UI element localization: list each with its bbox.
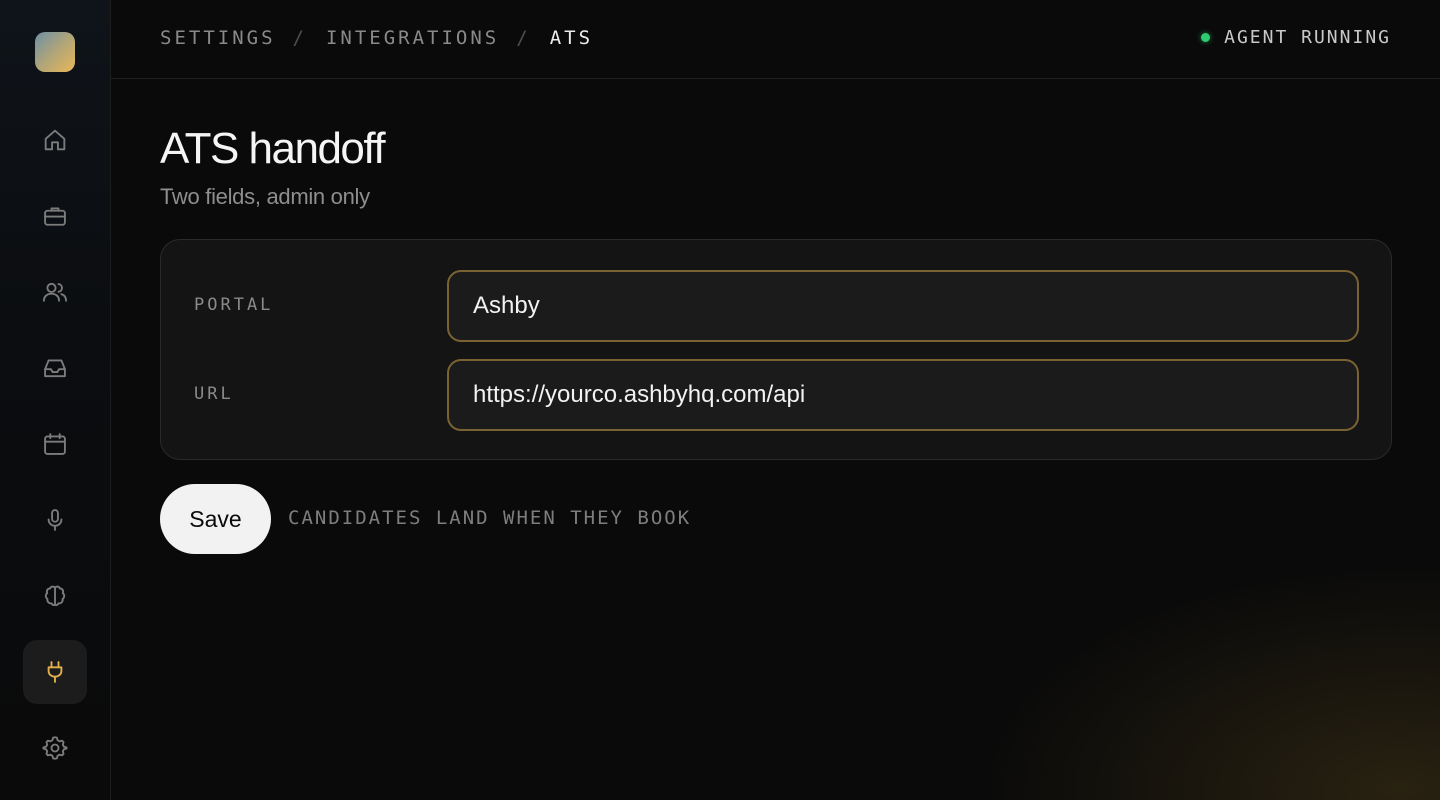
page-title: ATS handoff xyxy=(160,124,386,173)
home-icon xyxy=(44,129,66,151)
inbox-icon xyxy=(44,359,66,378)
page-subtitle: Two fields, admin only xyxy=(160,184,370,209)
breadcrumb-settings[interactable]: SETTINGS xyxy=(160,27,276,49)
top-bar: SETTINGS / INTEGRATIONS / ATS AGENT RUNN… xyxy=(111,0,1440,79)
url-input[interactable] xyxy=(447,359,1359,431)
sidebar-item-candidates[interactable] xyxy=(23,260,87,324)
breadcrumb: SETTINGS / INTEGRATIONS / ATS xyxy=(160,27,593,49)
status-label: AGENT RUNNING xyxy=(1224,27,1391,48)
status-dot-icon xyxy=(1201,33,1211,42)
sidebar-item-home[interactable] xyxy=(23,108,87,172)
calendar-icon xyxy=(44,433,66,455)
gear-icon xyxy=(42,736,68,760)
microphone-icon xyxy=(47,509,63,531)
url-label: URL xyxy=(194,384,234,404)
breadcrumb-separator: / xyxy=(516,27,531,49)
sidebar xyxy=(0,0,111,800)
sidebar-item-settings[interactable] xyxy=(23,716,87,780)
sidebar-item-ai[interactable] xyxy=(23,564,87,628)
sidebar-item-inbox[interactable] xyxy=(23,336,87,400)
ats-form-card: PORTAL URL xyxy=(160,239,1392,460)
portal-label: PORTAL xyxy=(194,295,274,315)
sidebar-item-voice[interactable] xyxy=(23,488,87,552)
agent-status: AGENT RUNNING xyxy=(1201,27,1391,48)
sidebar-item-calendar[interactable] xyxy=(23,412,87,476)
plug-icon xyxy=(47,661,63,683)
sidebar-item-integrations[interactable] xyxy=(23,640,87,704)
portal-input[interactable] xyxy=(447,270,1359,342)
save-button[interactable]: Save xyxy=(160,484,271,554)
users-icon xyxy=(42,282,68,302)
briefcase-icon xyxy=(44,207,66,226)
save-note: CANDIDATES LAND WHEN THEY BOOK xyxy=(288,507,692,529)
sidebar-item-jobs[interactable] xyxy=(23,184,87,248)
breadcrumb-separator: / xyxy=(292,27,307,49)
app-logo[interactable] xyxy=(35,32,75,72)
breadcrumb-integrations[interactable]: INTEGRATIONS xyxy=(326,27,499,49)
breadcrumb-current: ATS xyxy=(549,27,594,49)
brain-icon xyxy=(44,585,66,607)
